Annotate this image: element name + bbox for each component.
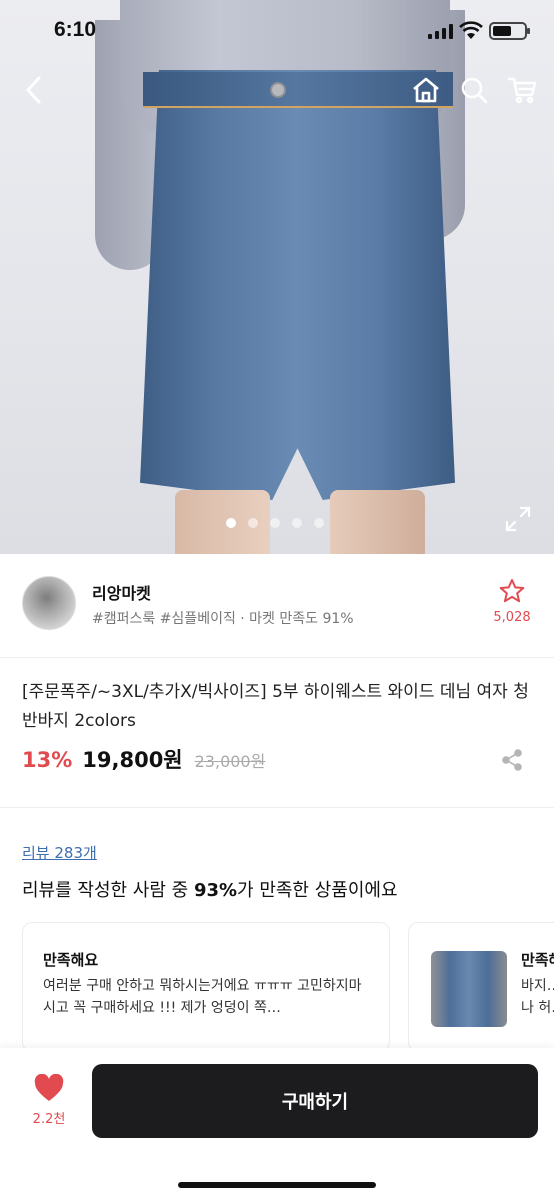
price-row: 13% 19,800원 23,000원 [22, 744, 265, 774]
review-text-line: 바지… [521, 978, 554, 994]
favorite-store-button[interactable]: 5,028 [488, 578, 536, 625]
expand-icon[interactable] [502, 503, 534, 535]
review-card[interactable]: 만족해요 바지… 나 허… [408, 922, 554, 1052]
like-button[interactable]: 2.2천 [26, 1073, 72, 1127]
like-count: 2.2천 [32, 1112, 66, 1127]
home-icon[interactable] [406, 70, 446, 110]
favorite-count: 5,028 [493, 610, 531, 625]
review-summary: 리뷰를 작성한 사람 중 93%가 만족한 상품이에요 [22, 876, 398, 902]
review-text-line: 나 허… [521, 1000, 554, 1016]
heart-icon [34, 1073, 64, 1101]
bottom-action-bar: 2.2천 구매하기 [0, 1048, 554, 1200]
product-info: [주문폭주/~3XL/추가X/빅사이즈] 5부 하이웨스트 와이드 데님 여자 … [0, 658, 554, 808]
star-icon [499, 579, 525, 603]
seller-name[interactable]: 리앙마켓 [92, 580, 151, 604]
seller-meta: #캠퍼스룩 #심플베이직 · 마켓 만족도 91% [92, 611, 354, 627]
review-photo[interactable] [431, 951, 507, 1027]
review-text: 바지… 나 허… [521, 975, 554, 1019]
status-bar: 6:10 [0, 0, 554, 60]
search-icon[interactable] [454, 70, 494, 110]
battery-icon [489, 22, 530, 40]
review-text: 여러분 구매 안하고 뭐하시는거에요 ㅠㅠㅠ 고민하지마시고 꼭 구매하세요 !… [43, 978, 362, 1016]
image-leg-right [330, 490, 425, 554]
seller-section[interactable]: 리앙마켓 #캠퍼스룩 #심플베이직 · 마켓 만족도 91% 5,028 [0, 554, 554, 658]
review-summary-percent: 93% [193, 880, 238, 901]
back-icon[interactable] [14, 70, 54, 110]
review-summary-prefix: 리뷰를 작성한 사람 중 [22, 880, 194, 901]
status-time: 6:10 [54, 18, 97, 41]
review-card[interactable]: 만족해요 여러분 구매 안하고 뭐하시는거에요 ㅠㅠㅠ 고민하지마시고 꼭 구매… [22, 922, 390, 1052]
review-rating-label: 만족해요 [521, 951, 554, 969]
pagination-dot[interactable] [292, 518, 302, 528]
cell-signal-icon [428, 23, 454, 39]
share-icon[interactable] [500, 748, 524, 772]
review-summary-suffix: 가 만족한 상품이에요 [237, 880, 398, 901]
image-denim-shorts [140, 70, 455, 500]
pagination-dot[interactable] [248, 518, 258, 528]
seller-avatar[interactable] [22, 576, 76, 630]
product-title: [주문폭주/~3XL/추가X/빅사이즈] 5부 하이웨스트 와이드 데님 여자 … [22, 682, 529, 731]
pagination-dot[interactable] [270, 518, 280, 528]
image-pagination [226, 518, 324, 528]
original-price: 23,000원 [194, 752, 266, 771]
cart-icon[interactable] [502, 70, 542, 110]
pagination-dot[interactable] [314, 518, 324, 528]
wifi-icon [459, 20, 483, 44]
review-rating-label: 만족해요 [43, 951, 99, 969]
pagination-dot[interactable] [226, 518, 236, 528]
buy-button[interactable]: 구매하기 [92, 1064, 538, 1138]
review-count-link[interactable]: 리뷰 283개 [22, 842, 97, 863]
image-jeans-button [270, 82, 286, 98]
review-section: 리뷰 283개 리뷰를 작성한 사람 중 93%가 만족한 상품이에요 만족해요… [0, 808, 554, 1052]
discount-rate: 13% [22, 748, 73, 772]
sale-price: 19,800원 [82, 748, 183, 772]
home-indicator [178, 1182, 376, 1188]
